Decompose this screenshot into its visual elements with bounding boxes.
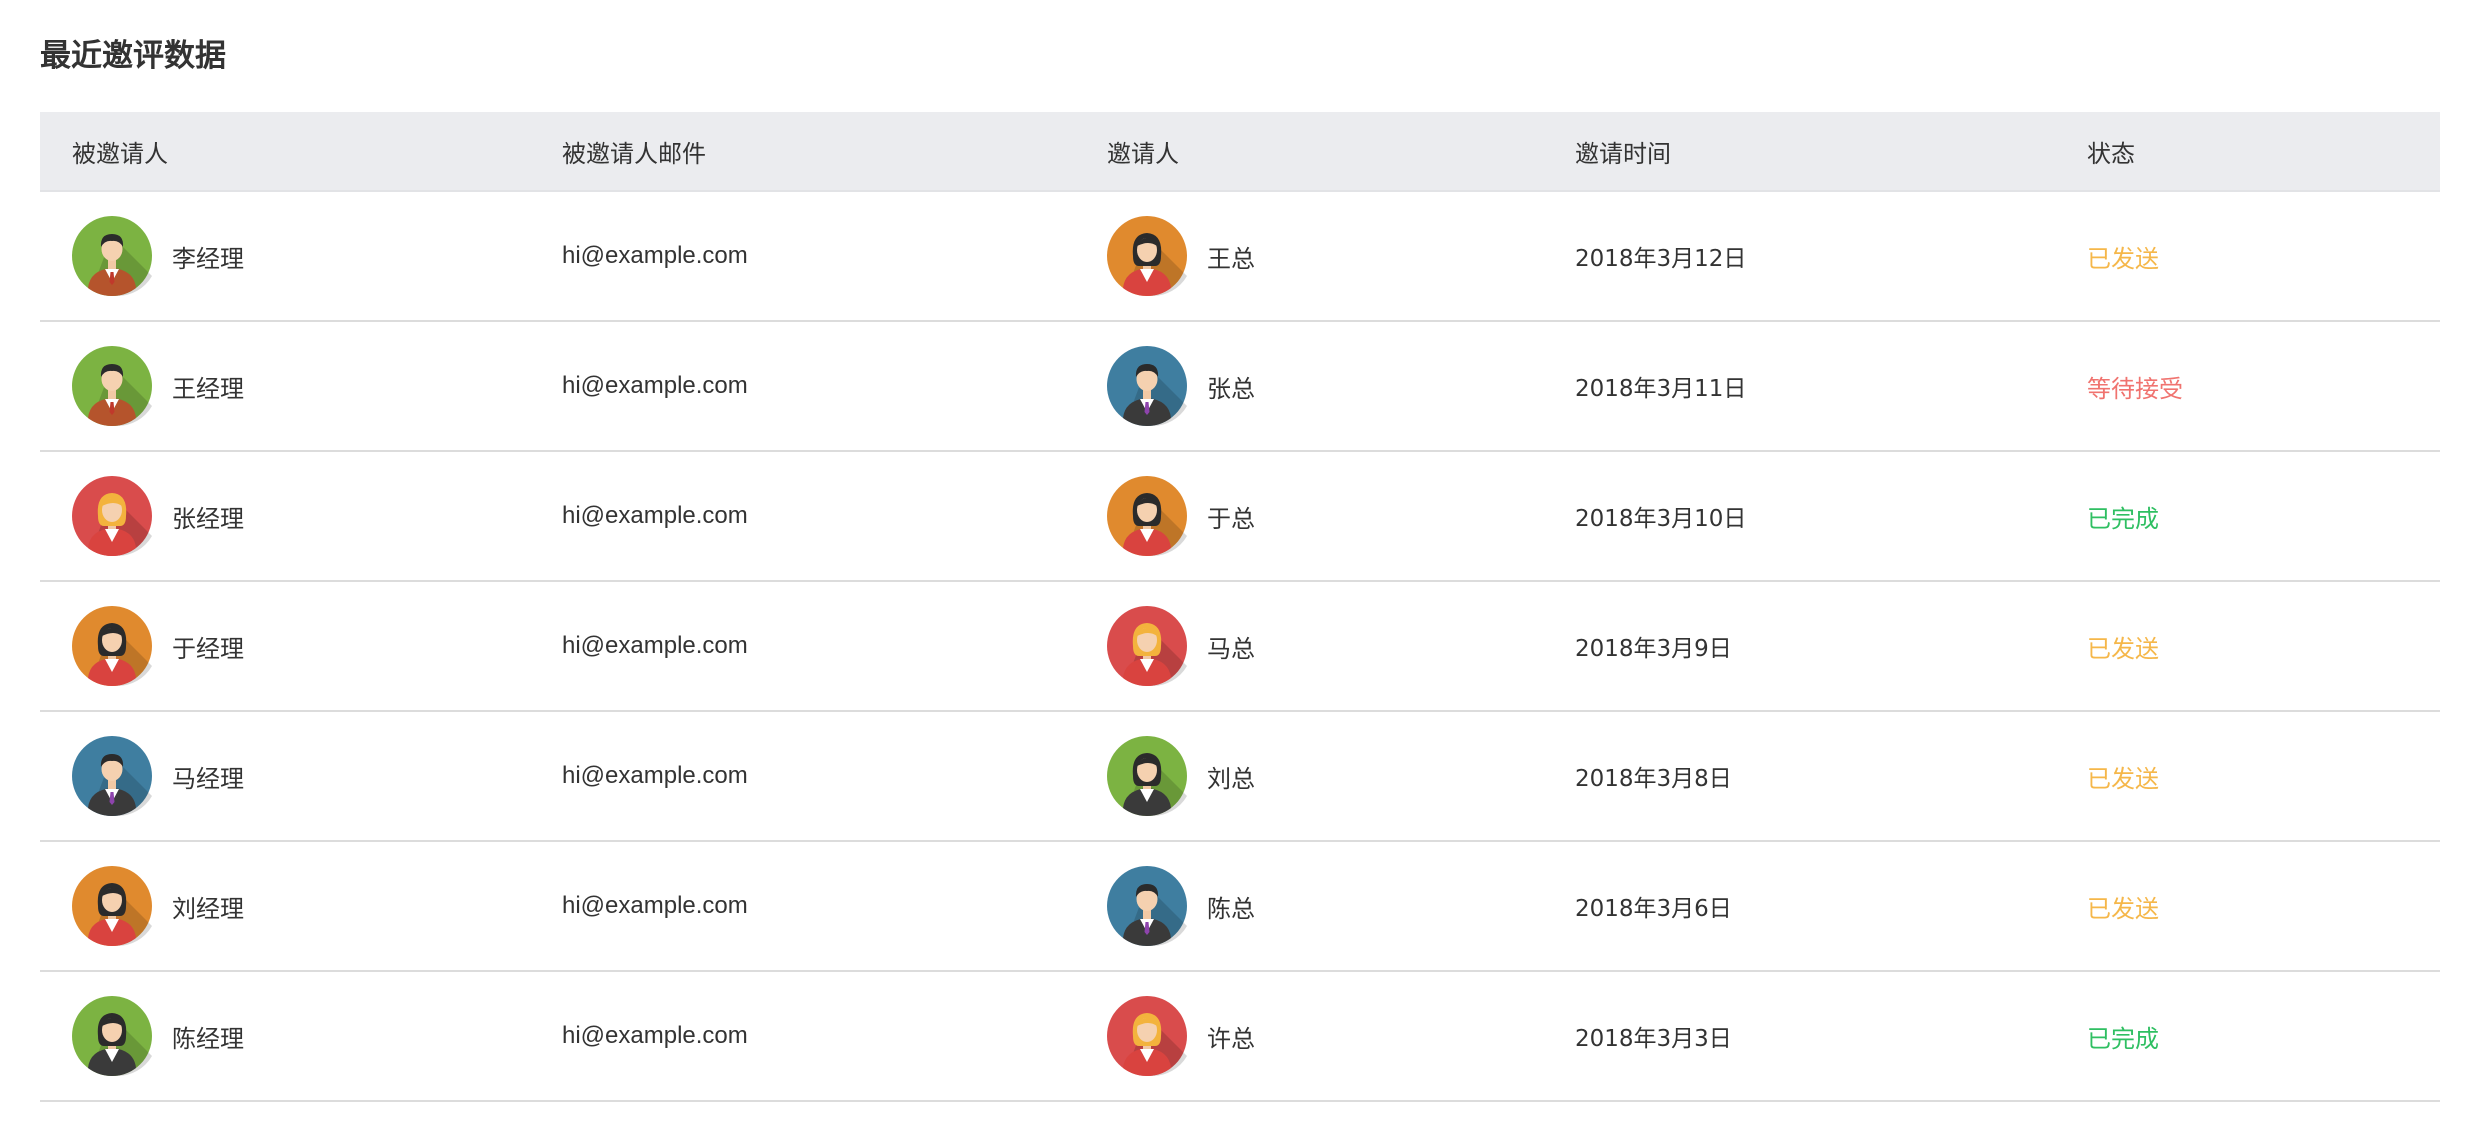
inviter-cell: 陈总 bbox=[1107, 866, 1575, 946]
woman-green-avatar bbox=[1107, 736, 1187, 816]
invitee-cell: 李经理 bbox=[40, 216, 562, 296]
table-row: 于经理 hi@example.com 马总 2018年3月9日 已发送 bbox=[40, 582, 2440, 712]
inviter-name: 于总 bbox=[1207, 504, 1255, 533]
inviter-cell: 马总 bbox=[1107, 606, 1575, 686]
invitee-email: hi@example.com bbox=[562, 502, 748, 529]
invitee-name: 马经理 bbox=[172, 764, 244, 793]
invite-time: 2018年3月3日 bbox=[1575, 1026, 1732, 1052]
table-row: 张经理 hi@example.com 于总 2018年3月10日 已完成 bbox=[40, 452, 2440, 582]
invite-time: 2018年3月8日 bbox=[1575, 766, 1732, 792]
invite-time: 2018年3月11日 bbox=[1575, 376, 1747, 402]
table-row: 刘经理 hi@example.com 陈总 2018年3月6日 已发送 bbox=[40, 842, 2440, 972]
invitee-cell: 马经理 bbox=[40, 736, 562, 816]
inviter-cell: 刘总 bbox=[1107, 736, 1575, 816]
inviter-cell: 张总 bbox=[1107, 346, 1575, 426]
header-invite-time: 邀请时间 bbox=[1575, 139, 1671, 168]
invitations-table: 被邀请人 被邀请人邮件 邀请人 邀请时间 状态 李经理 hi@example.co… bbox=[40, 112, 2440, 1102]
man-blue-avatar bbox=[72, 736, 152, 816]
invitee-email: hi@example.com bbox=[562, 762, 748, 789]
inviter-name: 王总 bbox=[1207, 244, 1255, 273]
header-invitee: 被邀请人 bbox=[72, 139, 168, 168]
header-status: 状态 bbox=[2087, 139, 2135, 168]
inviter-name: 张总 bbox=[1207, 374, 1255, 403]
invitee-cell: 张经理 bbox=[40, 476, 562, 556]
man-green-avatar bbox=[72, 346, 152, 426]
inviter-name: 马总 bbox=[1207, 634, 1255, 663]
invite-time: 2018年3月12日 bbox=[1575, 246, 1747, 272]
status-badge: 已发送 bbox=[2087, 764, 2159, 793]
status-badge: 已完成 bbox=[2087, 504, 2159, 533]
invitee-email: hi@example.com bbox=[562, 372, 748, 399]
invitee-cell: 王经理 bbox=[40, 346, 562, 426]
invitee-name: 李经理 bbox=[172, 244, 244, 273]
invitee-email: hi@example.com bbox=[562, 1022, 748, 1049]
invitee-email: hi@example.com bbox=[562, 892, 748, 919]
woman-orange-avatar bbox=[1107, 216, 1187, 296]
woman-orange-avatar bbox=[72, 606, 152, 686]
invitee-name: 于经理 bbox=[172, 634, 244, 663]
inviter-name: 陈总 bbox=[1207, 894, 1255, 923]
invitee-email: hi@example.com bbox=[562, 632, 748, 659]
inviter-name: 刘总 bbox=[1207, 764, 1255, 793]
invitee-name: 陈经理 bbox=[172, 1024, 244, 1053]
invitee-email: hi@example.com bbox=[562, 242, 748, 269]
invitee-cell: 陈经理 bbox=[40, 996, 562, 1076]
inviter-cell: 王总 bbox=[1107, 216, 1575, 296]
header-invitee-email: 被邀请人邮件 bbox=[562, 139, 706, 168]
invitee-cell: 于经理 bbox=[40, 606, 562, 686]
table-header: 被邀请人 被邀请人邮件 邀请人 邀请时间 状态 bbox=[40, 112, 2440, 192]
man-green-avatar bbox=[72, 216, 152, 296]
inviter-cell: 于总 bbox=[1107, 476, 1575, 556]
woman-blonde-red-avatar bbox=[1107, 606, 1187, 686]
status-badge: 等待接受 bbox=[2087, 374, 2183, 403]
invitee-name: 王经理 bbox=[172, 374, 244, 403]
invitee-name: 张经理 bbox=[172, 504, 244, 533]
page-title: 最近邀评数据 bbox=[40, 38, 226, 74]
status-badge: 已发送 bbox=[2087, 634, 2159, 663]
inviter-cell: 许总 bbox=[1107, 996, 1575, 1076]
woman-orange-avatar bbox=[1107, 476, 1187, 556]
invite-time: 2018年3月10日 bbox=[1575, 506, 1747, 532]
header-inviter: 邀请人 bbox=[1107, 139, 1179, 168]
page: 最近邀评数据 被邀请人 被邀请人邮件 邀请人 邀请时间 状态 李经理 hi@exa… bbox=[0, 0, 2480, 1142]
table-row: 马经理 hi@example.com 刘总 2018年3月8日 已发送 bbox=[40, 712, 2440, 842]
invite-time: 2018年3月9日 bbox=[1575, 636, 1732, 662]
woman-green-avatar bbox=[72, 996, 152, 1076]
man-blue-avatar bbox=[1107, 866, 1187, 946]
woman-blonde-red-avatar bbox=[1107, 996, 1187, 1076]
invitee-name: 刘经理 bbox=[172, 894, 244, 923]
table-body: 李经理 hi@example.com 王总 2018年3月12日 已发送 王经理 hi@ex… bbox=[40, 192, 2440, 1102]
table-row: 王经理 hi@example.com 张总 2018年3月11日 等待接受 bbox=[40, 322, 2440, 452]
woman-orange-avatar bbox=[72, 866, 152, 946]
table-row: 李经理 hi@example.com 王总 2018年3月12日 已发送 bbox=[40, 192, 2440, 322]
man-blue-avatar bbox=[1107, 346, 1187, 426]
invitee-cell: 刘经理 bbox=[40, 866, 562, 946]
table-row: 陈经理 hi@example.com 许总 2018年3月3日 已完成 bbox=[40, 972, 2440, 1102]
status-badge: 已完成 bbox=[2087, 1024, 2159, 1053]
status-badge: 已发送 bbox=[2087, 244, 2159, 273]
invite-time: 2018年3月6日 bbox=[1575, 896, 1732, 922]
woman-blonde-red-avatar bbox=[72, 476, 152, 556]
inviter-name: 许总 bbox=[1207, 1024, 1255, 1053]
status-badge: 已发送 bbox=[2087, 894, 2159, 923]
